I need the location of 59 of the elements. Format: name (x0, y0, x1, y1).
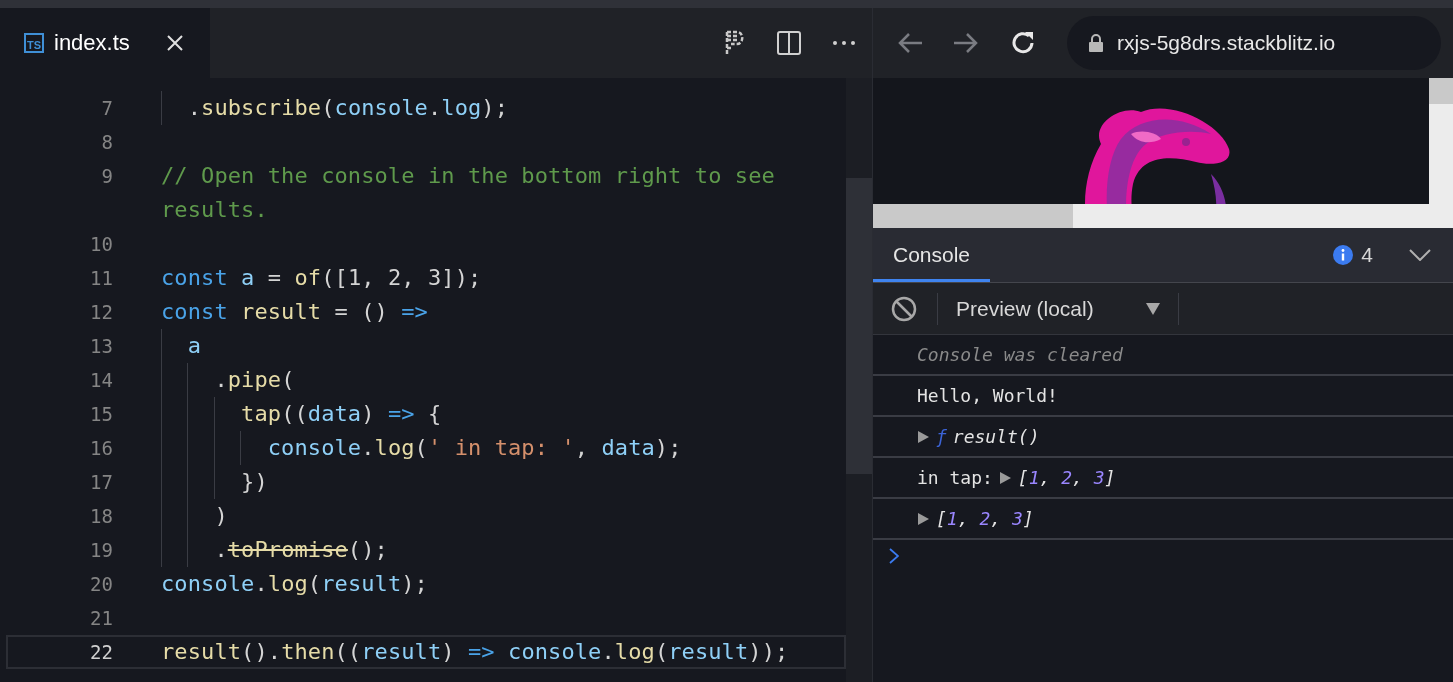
line-number: 14 (89, 368, 113, 393)
close-icon[interactable] (165, 34, 184, 52)
scrollbar-thumb[interactable] (873, 204, 1073, 228)
forward-arrow-icon[interactable] (953, 32, 979, 54)
info-icon (1333, 245, 1354, 265)
code-line: tap((data) => { (161, 397, 801, 431)
line-number: 22 (89, 640, 113, 665)
info-count: 4 (1361, 243, 1373, 267)
array-value: [1, 2, 3] (936, 508, 1034, 529)
lock-icon (1089, 34, 1103, 52)
line-number: 9 (100, 164, 113, 189)
scrollbar-thumb[interactable] (846, 178, 872, 474)
line-number: 11 (89, 266, 113, 291)
code-line: a (161, 329, 801, 363)
line-number: 19 (89, 538, 113, 563)
line-number: 16 (89, 436, 113, 461)
typescript-file-icon: TS (24, 33, 44, 53)
line-number: 21 (89, 606, 113, 631)
editor-tab[interactable]: TS index.ts (0, 8, 210, 78)
console-message: Hello, World! (917, 385, 1058, 406)
line-number: 13 (89, 334, 113, 359)
context-dropdown[interactable]: Preview (local) (938, 296, 1178, 321)
scrollbar-thumb[interactable] (1429, 78, 1453, 104)
code-line: console.log(result); (161, 570, 429, 598)
line-number: 18 (89, 504, 113, 529)
code-line: ) (161, 499, 801, 533)
code-line: .subscribe(console.log); (161, 91, 801, 125)
console-label: in tap: (917, 467, 993, 488)
split-editor-icon[interactable] (776, 30, 802, 56)
expand-triangle-icon[interactable] (998, 470, 1012, 485)
line-number: 8 (100, 130, 113, 155)
chevron-down-icon[interactable] (1409, 249, 1431, 261)
tab-label: index.ts (54, 30, 130, 56)
code-line: result().then((result) => console.log(result)); (161, 638, 790, 666)
line-number: 7 (100, 96, 113, 121)
console-message: Console was cleared (917, 344, 1123, 365)
line-number: 20 (89, 572, 113, 597)
more-icon[interactable] (832, 40, 856, 46)
line-number: 12 (89, 300, 113, 325)
code-line: .toPromise(); (161, 533, 801, 567)
code-line: .pipe( (161, 363, 801, 397)
console-message: result() (952, 426, 1040, 447)
line-number: 17 (89, 470, 113, 495)
function-marker: ƒ (936, 426, 947, 447)
prompt-chevron-icon (889, 548, 899, 564)
back-arrow-icon[interactable] (897, 32, 923, 54)
address-bar[interactable]: rxjs-5g8drs.stackblitz.io (1067, 16, 1441, 70)
code-line: const result = () => (161, 298, 429, 326)
expand-triangle-icon[interactable] (917, 511, 930, 526)
line-number: 10 (89, 232, 113, 257)
code-line: // Open the console in the bottom right to see results. (161, 162, 776, 224)
dropdown-triangle-icon (1145, 302, 1160, 315)
expand-triangle-icon[interactable] (917, 429, 930, 444)
code-line: const a = of([1, 2, 3]); (161, 264, 483, 292)
code-line: }) (161, 465, 801, 499)
format-icon[interactable] (724, 30, 746, 56)
line-number: 15 (89, 402, 113, 427)
code-line: console.log(' in tap: ', data); (161, 431, 801, 465)
array-value: [1, 2, 3] (1017, 467, 1116, 488)
